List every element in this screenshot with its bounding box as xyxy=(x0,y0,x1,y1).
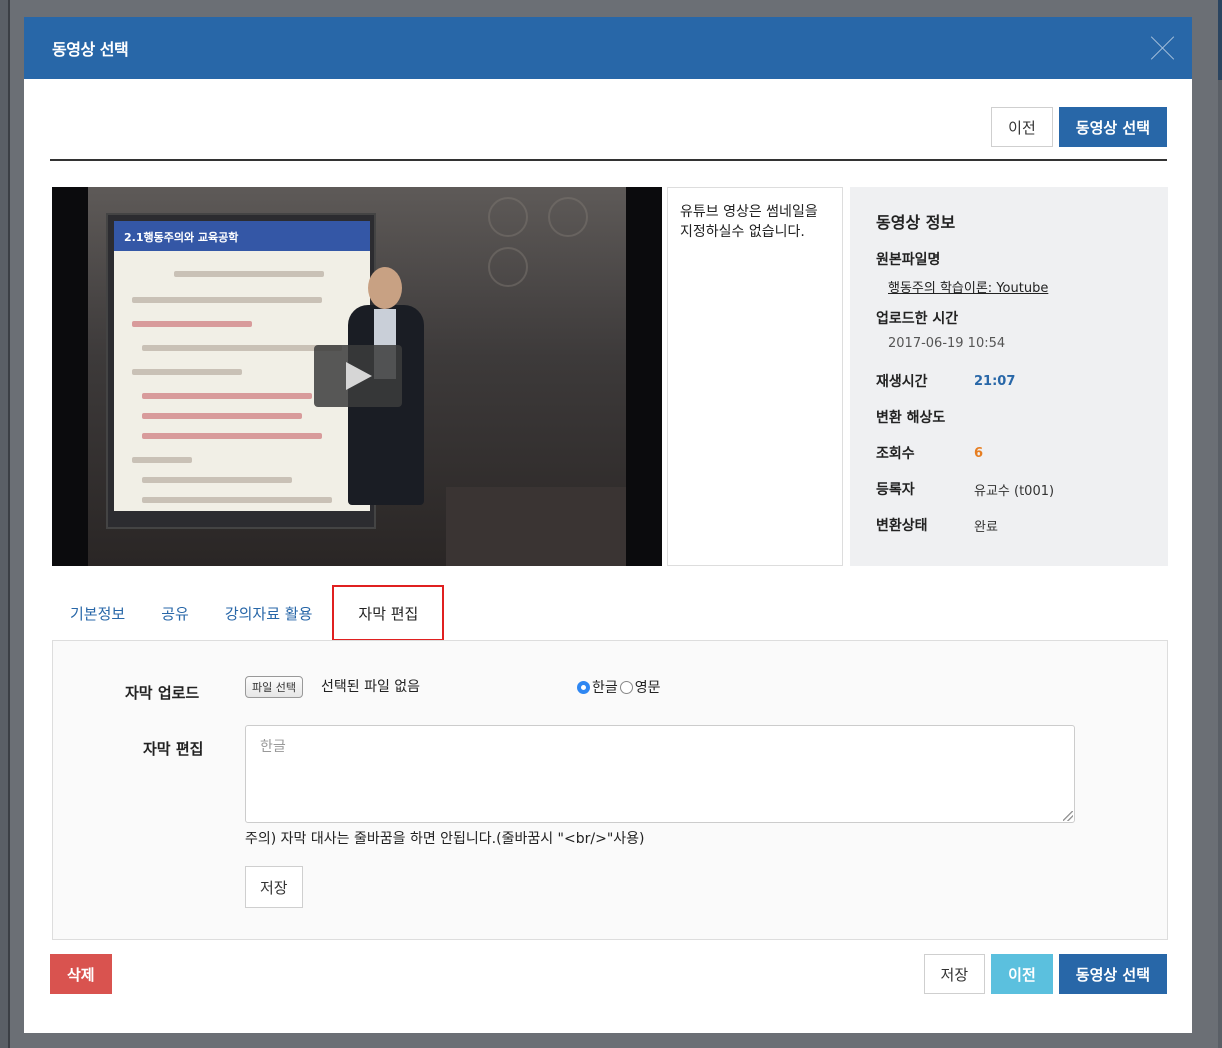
language-radio-group: 한글 영문 xyxy=(577,677,661,697)
slide-title: 2.1행동주의와 교육공학 xyxy=(114,221,370,251)
subtitle-textarea[interactable] xyxy=(245,725,1075,823)
original-file-link[interactable]: 행동주의 학습이론: Youtube xyxy=(888,277,1142,296)
play-icon[interactable] xyxy=(314,345,402,407)
resolution-row: 변환 해상도 xyxy=(876,399,1142,435)
duration-value: 21:07 xyxy=(974,373,1016,389)
bottom-actions: 저장 이전 동영상 선택 xyxy=(923,954,1167,994)
video-select-modal: 동영상 선택 이전 동영상 선택 2.1행동주의와 교육공학 유튜브 영상은 썸… xyxy=(24,17,1192,1033)
prev-button-bottom[interactable]: 이전 xyxy=(991,954,1053,994)
tab-bar: 기본정보 공유 강의자료 활용 자막 편집 xyxy=(52,585,445,641)
registrant-row: 등록자 유교수 (t001) xyxy=(876,471,1142,507)
views-row: 조회수 6 xyxy=(876,435,1142,471)
file-status: 선택된 파일 없음 xyxy=(321,679,421,695)
prev-button-top[interactable]: 이전 xyxy=(991,107,1053,147)
registrant-label: 등록자 xyxy=(876,482,915,498)
modal-title: 동영상 선택 xyxy=(52,40,129,59)
duration-label: 재생시간 xyxy=(876,374,928,390)
wall-logo-icon xyxy=(488,197,528,237)
file-select-button[interactable]: 파일 선택 xyxy=(245,676,303,698)
delete-button[interactable]: 삭제 xyxy=(50,954,112,994)
save-button-bottom[interactable]: 저장 xyxy=(923,954,986,994)
tab-share[interactable]: 공유 xyxy=(143,585,207,641)
video-player[interactable]: 2.1행동주의와 교육공학 xyxy=(52,187,662,566)
desk xyxy=(446,487,626,566)
tab-basic-info[interactable]: 기본정보 xyxy=(52,585,143,641)
resolution-label: 변환 해상도 xyxy=(876,410,946,426)
wall-logo-icon xyxy=(488,247,528,287)
radio-english-label: 영문 xyxy=(634,680,661,696)
video-info-panel: 동영상 정보 원본파일명 행동주의 학습이론: Youtube 업로드한 시간 … xyxy=(850,187,1168,566)
top-actions: 이전 동영상 선택 xyxy=(991,107,1167,147)
conversion-label: 변환상태 xyxy=(876,518,928,534)
newline-warning: 주의) 자막 대사는 줄바꿈을 하면 안됩니다.(줄바꿈시 "<br/>"사용) xyxy=(245,831,645,847)
views-label: 조회수 xyxy=(876,446,915,462)
radio-korean-label: 한글 xyxy=(592,680,618,696)
tab-lecture-material[interactable]: 강의자료 활용 xyxy=(207,585,331,641)
upload-time-label: 업로드한 시간 xyxy=(876,311,959,327)
presenter xyxy=(338,267,428,566)
youtube-notice: 유튜브 영상은 썸네일을 지정하실수 없습니다. xyxy=(667,187,843,566)
subtitle-edit-label: 자막 편집 xyxy=(143,740,204,758)
duration-row: 재생시간 21:07 xyxy=(876,363,1142,399)
divider xyxy=(50,159,1167,161)
subtitle-edit-panel: 자막 업로드 파일 선택 선택된 파일 없음 한글 영문 자막 편집 주의) 자… xyxy=(52,640,1168,940)
conversion-value: 완료 xyxy=(974,519,998,535)
tab-subtitle-edit[interactable]: 자막 편집 xyxy=(332,585,445,641)
subtitle-upload-label: 자막 업로드 xyxy=(125,684,200,702)
close-icon[interactable] xyxy=(1150,35,1176,61)
subtitle-save-button[interactable]: 저장 xyxy=(245,866,303,908)
radio-english[interactable] xyxy=(619,680,633,694)
views-value: 6 xyxy=(974,445,984,461)
wall-logo-icon xyxy=(548,197,588,237)
conversion-row: 변환상태 완료 xyxy=(876,507,1142,543)
original-file-label: 원본파일명 xyxy=(876,252,941,268)
info-title: 동영상 정보 xyxy=(876,213,956,232)
registrant-value: 유교수 (t001) xyxy=(974,483,1055,499)
radio-korean[interactable] xyxy=(577,680,590,694)
select-video-button-bottom[interactable]: 동영상 선택 xyxy=(1058,954,1167,994)
resize-handle-icon[interactable] xyxy=(1063,811,1073,821)
upload-time-value: 2017-06-19 10:54 xyxy=(888,336,1006,351)
select-video-button-top[interactable]: 동영상 선택 xyxy=(1058,107,1167,147)
modal-header: 동영상 선택 xyxy=(24,17,1192,79)
